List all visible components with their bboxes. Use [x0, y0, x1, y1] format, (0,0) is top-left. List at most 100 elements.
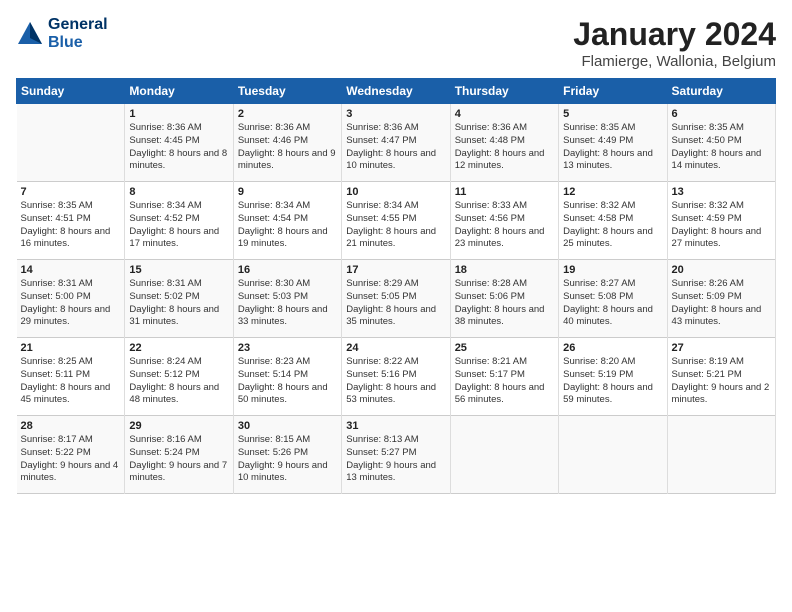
cell-details: Sunrise: 8:35 AMSunset: 4:49 PMDaylight:…	[563, 122, 662, 173]
calendar-cell: 9Sunrise: 8:34 AMSunset: 4:54 PMDaylight…	[233, 182, 341, 260]
logo-icon	[16, 20, 44, 48]
title-block: January 2024 Flamierge, Wallonia, Belgiu…	[573, 16, 776, 70]
cell-details: Sunrise: 8:20 AMSunset: 5:19 PMDaylight:…	[563, 356, 662, 407]
cell-details: Sunrise: 8:35 AMSunset: 4:50 PMDaylight:…	[672, 122, 771, 173]
subtitle: Flamierge, Wallonia, Belgium	[573, 53, 776, 70]
cell-details: Sunrise: 8:36 AMSunset: 4:48 PMDaylight:…	[455, 122, 554, 173]
calendar-cell: 27 Sunrise: 8:19 AMSunset: 5:21 PMDayligh…	[667, 338, 775, 416]
calendar-cell: 16 Sunrise: 8:30 AMSunset: 5:03 PMDayligh…	[233, 260, 341, 338]
cell-details: Sunrise: 8:15 AMSunset: 5:26 PMDaylight:…	[238, 434, 337, 485]
calendar-cell: 31 Sunrise: 8:13 AMSunset: 5:27 PMDayligh…	[342, 416, 450, 494]
calendar-week-row: 21 Sunrise: 8:25 AMSunset: 5:11 PMDayligh…	[17, 338, 776, 416]
day-number: 3	[346, 108, 445, 120]
logo-text: General Blue	[48, 16, 108, 51]
day-number: 17	[346, 264, 445, 276]
calendar-cell: 25Sunrise: 8:21 AMSunset: 5:17 PMDayligh…	[450, 338, 558, 416]
weekday-header-wednesday: Wednesday	[342, 79, 450, 104]
day-number: 27	[672, 342, 771, 354]
calendar-cell	[667, 416, 775, 494]
day-number: 18	[455, 264, 554, 276]
calendar-cell	[559, 416, 667, 494]
weekday-header-friday: Friday	[559, 79, 667, 104]
logo: General Blue	[16, 16, 108, 51]
day-number: 8	[129, 186, 228, 198]
cell-details: Sunrise: 8:23 AMSunset: 5:14 PMDaylight:…	[238, 356, 337, 407]
day-number: 5	[563, 108, 662, 120]
cell-details: Sunrise: 8:32 AMSunset: 4:58 PMDaylight:…	[563, 200, 662, 251]
day-number: 28	[21, 420, 121, 432]
day-number: 29	[129, 420, 228, 432]
calendar-cell: 8Sunrise: 8:34 AMSunset: 4:52 PMDaylight…	[125, 182, 233, 260]
cell-details: Sunrise: 8:25 AMSunset: 5:11 PMDaylight:…	[21, 356, 121, 407]
calendar-cell: 20 Sunrise: 8:26 AMSunset: 5:09 PMDayligh…	[667, 260, 775, 338]
calendar-table: SundayMondayTuesdayWednesdayThursdayFrid…	[16, 78, 776, 494]
weekday-header-monday: Monday	[125, 79, 233, 104]
calendar-cell: 29 Sunrise: 8:16 AMSunset: 5:24 PMDayligh…	[125, 416, 233, 494]
main-title: January 2024	[573, 16, 776, 53]
day-number: 16	[238, 264, 337, 276]
day-number: 23	[238, 342, 337, 354]
calendar-cell: 14 Sunrise: 8:31 AMSunset: 5:00 PMDayligh…	[17, 260, 125, 338]
day-number: 4	[455, 108, 554, 120]
calendar-cell: 23 Sunrise: 8:23 AMSunset: 5:14 PMDayligh…	[233, 338, 341, 416]
calendar-cell: 6 Sunrise: 8:35 AMSunset: 4:50 PMDaylight…	[667, 104, 775, 182]
day-number: 31	[346, 420, 445, 432]
day-number: 10	[346, 186, 445, 198]
cell-details: Sunrise: 8:16 AMSunset: 5:24 PMDaylight:…	[129, 434, 228, 485]
page-container: General Blue January 2024 Flamierge, Wal…	[0, 0, 792, 502]
calendar-cell: 22 Sunrise: 8:24 AMSunset: 5:12 PMDayligh…	[125, 338, 233, 416]
cell-details: Sunrise: 8:24 AMSunset: 5:12 PMDaylight:…	[129, 356, 228, 407]
cell-details: Sunrise: 8:21 AMSunset: 5:17 PMDaylight:…	[455, 356, 554, 407]
calendar-cell: 13Sunrise: 8:32 AMSunset: 4:59 PMDayligh…	[667, 182, 775, 260]
cell-details: Sunrise: 8:36 AMSunset: 4:47 PMDaylight:…	[346, 122, 445, 173]
calendar-cell: 18 Sunrise: 8:28 AMSunset: 5:06 PMDayligh…	[450, 260, 558, 338]
weekday-header-thursday: Thursday	[450, 79, 558, 104]
calendar-week-row: 14 Sunrise: 8:31 AMSunset: 5:00 PMDayligh…	[17, 260, 776, 338]
header: General Blue January 2024 Flamierge, Wal…	[16, 16, 776, 70]
day-number: 21	[21, 342, 121, 354]
weekday-header-sunday: Sunday	[17, 79, 125, 104]
calendar-cell: 15 Sunrise: 8:31 AMSunset: 5:02 PMDayligh…	[125, 260, 233, 338]
cell-details: Sunrise: 8:34 AMSunset: 4:54 PMDaylight:…	[238, 200, 337, 251]
cell-details: Sunrise: 8:22 AMSunset: 5:16 PMDaylight:…	[346, 356, 445, 407]
calendar-cell: 21 Sunrise: 8:25 AMSunset: 5:11 PMDayligh…	[17, 338, 125, 416]
calendar-cell: 5 Sunrise: 8:35 AMSunset: 4:49 PMDaylight…	[559, 104, 667, 182]
calendar-cell: 24 Sunrise: 8:22 AMSunset: 5:16 PMDayligh…	[342, 338, 450, 416]
calendar-cell: 2Sunrise: 8:36 AMSunset: 4:46 PMDaylight…	[233, 104, 341, 182]
cell-details: Sunrise: 8:34 AMSunset: 4:55 PMDaylight:…	[346, 200, 445, 251]
cell-details: Sunrise: 8:33 AMSunset: 4:56 PMDaylight:…	[455, 200, 554, 251]
day-number: 19	[563, 264, 662, 276]
calendar-cell: 30Sunrise: 8:15 AMSunset: 5:26 PMDayligh…	[233, 416, 341, 494]
calendar-cell: 19 Sunrise: 8:27 AMSunset: 5:08 PMDayligh…	[559, 260, 667, 338]
weekday-header-saturday: Saturday	[667, 79, 775, 104]
day-number: 20	[672, 264, 771, 276]
cell-details: Sunrise: 8:26 AMSunset: 5:09 PMDaylight:…	[672, 278, 771, 329]
cell-details: Sunrise: 8:28 AMSunset: 5:06 PMDaylight:…	[455, 278, 554, 329]
calendar-cell: 26 Sunrise: 8:20 AMSunset: 5:19 PMDayligh…	[559, 338, 667, 416]
day-number: 6	[672, 108, 771, 120]
calendar-cell: 10 Sunrise: 8:34 AMSunset: 4:55 PMDayligh…	[342, 182, 450, 260]
cell-details: Sunrise: 8:19 AMSunset: 5:21 PMDaylight:…	[672, 356, 771, 407]
day-number: 14	[21, 264, 121, 276]
calendar-cell: 7Sunrise: 8:35 AMSunset: 4:51 PMDaylight…	[17, 182, 125, 260]
calendar-week-row: 7Sunrise: 8:35 AMSunset: 4:51 PMDaylight…	[17, 182, 776, 260]
calendar-cell: 11Sunrise: 8:33 AMSunset: 4:56 PMDayligh…	[450, 182, 558, 260]
cell-details: Sunrise: 8:27 AMSunset: 5:08 PMDaylight:…	[563, 278, 662, 329]
day-number: 22	[129, 342, 228, 354]
calendar-cell	[450, 416, 558, 494]
weekday-header-row: SundayMondayTuesdayWednesdayThursdayFrid…	[17, 79, 776, 104]
cell-details: Sunrise: 8:13 AMSunset: 5:27 PMDaylight:…	[346, 434, 445, 485]
day-number: 26	[563, 342, 662, 354]
calendar-cell: 28Sunrise: 8:17 AMSunset: 5:22 PMDayligh…	[17, 416, 125, 494]
calendar-week-row: 28Sunrise: 8:17 AMSunset: 5:22 PMDayligh…	[17, 416, 776, 494]
cell-details: Sunrise: 8:30 AMSunset: 5:03 PMDaylight:…	[238, 278, 337, 329]
day-number: 24	[346, 342, 445, 354]
day-number: 15	[129, 264, 228, 276]
day-number: 7	[21, 186, 121, 198]
cell-details: Sunrise: 8:29 AMSunset: 5:05 PMDaylight:…	[346, 278, 445, 329]
cell-details: Sunrise: 8:31 AMSunset: 5:00 PMDaylight:…	[21, 278, 121, 329]
weekday-header-tuesday: Tuesday	[233, 79, 341, 104]
cell-details: Sunrise: 8:31 AMSunset: 5:02 PMDaylight:…	[129, 278, 228, 329]
day-number: 13	[672, 186, 771, 198]
cell-details: Sunrise: 8:36 AMSunset: 4:46 PMDaylight:…	[238, 122, 337, 173]
